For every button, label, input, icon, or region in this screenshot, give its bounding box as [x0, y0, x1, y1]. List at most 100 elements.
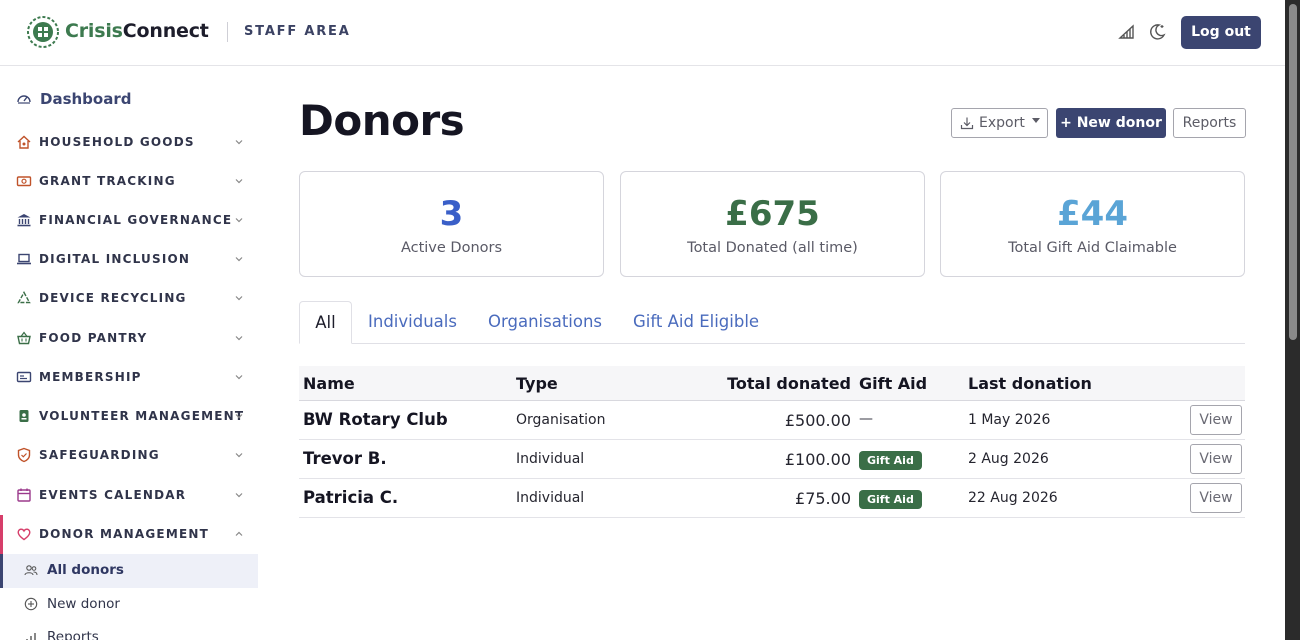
stat-value: 3	[439, 194, 464, 234]
donor-type: Organisation	[516, 412, 606, 428]
sidebar-dashboard[interactable]: Dashboard	[16, 89, 131, 109]
sidebar-item-label: DIGITAL INCLUSION	[39, 252, 191, 266]
table-row: Trevor B. Individual £100.00 Gift Aid 2 …	[299, 440, 1245, 479]
last-donation-date: 2 Aug 2026	[968, 451, 1049, 467]
caret-down-icon	[1031, 117, 1040, 123]
donor-name: Trevor B.	[303, 449, 387, 468]
heart-icon	[17, 528, 31, 541]
column-header-type[interactable]: Type	[516, 374, 558, 393]
subitem-label: Reports	[47, 629, 99, 640]
id-card-icon	[16, 371, 32, 383]
scrollbar-thumb[interactable]	[1289, 4, 1297, 340]
crisisconnect-logo-icon[interactable]	[26, 15, 60, 49]
tab-individuals[interactable]: Individuals	[368, 301, 457, 344]
stat-caption: Total Gift Aid Claimable	[1008, 240, 1177, 256]
area-label: STAFF AREA	[244, 24, 351, 39]
chevron-down-icon	[235, 257, 243, 262]
badge-icon	[19, 410, 29, 422]
stat-card-gift-aid: £44 Total Gift Aid Claimable	[940, 171, 1245, 277]
chevron-down-icon	[235, 296, 243, 301]
chevron-down-icon	[235, 179, 243, 184]
chevron-down-icon	[235, 140, 243, 145]
sidebar-item-grant-tracking[interactable]: GRANT TRACKING	[16, 171, 248, 191]
column-header-last-donation[interactable]: Last donation	[968, 374, 1092, 393]
chart-icon	[26, 633, 36, 640]
bank-icon	[17, 214, 31, 227]
signal-icon[interactable]	[1117, 22, 1137, 42]
calendar-icon	[17, 488, 31, 502]
column-header-gift-aid[interactable]: Gift Aid	[859, 374, 927, 393]
tab-organisations[interactable]: Organisations	[488, 301, 602, 344]
donor-name: BW Rotary Club	[303, 410, 448, 429]
stat-value: £44	[1057, 194, 1128, 234]
sidebar-item-label: VOLUNTEER MANAGEMENT	[39, 409, 245, 423]
last-donation-date: 1 May 2026	[968, 412, 1051, 428]
chevron-down-icon	[235, 493, 243, 498]
tab-all[interactable]: All	[299, 301, 352, 344]
sidebar-item-label: MEMBERSHIP	[39, 370, 142, 384]
sidebar-item-label: DONOR MANAGEMENT	[39, 527, 209, 541]
sidebar-subitem-reports[interactable]: Reports	[24, 627, 99, 640]
basket-icon	[17, 331, 31, 345]
sidebar-subitem-all-donors[interactable]: All donors	[24, 560, 124, 580]
theme-toggle-icon[interactable]	[1147, 22, 1167, 42]
table-row: Patricia C. Individual £75.00 Gift Aid 2…	[299, 479, 1245, 518]
donor-type: Individual	[516, 451, 585, 467]
column-header-name[interactable]: Name	[303, 374, 355, 393]
money-icon	[16, 176, 32, 187]
sidebar-item-label: FOOD PANTRY	[39, 331, 148, 345]
gift-aid-none: —	[859, 411, 873, 427]
donor-total: £500.00	[784, 411, 851, 430]
sidebar-item-household-goods[interactable]: HOUSEHOLD GOODS	[16, 132, 248, 152]
new-donor-button[interactable]: + New donor	[1056, 108, 1166, 138]
chevron-down-icon	[235, 336, 243, 341]
sidebar-item-label: DEVICE RECYCLING	[39, 291, 187, 305]
column-header-total[interactable]: Total donated	[727, 374, 851, 393]
view-button[interactable]: View	[1190, 405, 1242, 435]
sidebar-subitem-new-donor[interactable]: New donor	[24, 594, 120, 614]
sidebar-item-food-pantry[interactable]: FOOD PANTRY	[16, 328, 248, 348]
view-button[interactable]: View	[1190, 444, 1242, 474]
sidebar-item-financial-governance[interactable]: FINANCIAL GOVERNANCE	[16, 210, 248, 230]
app-root: CrisisConnect STAFF AREA Log out Dashboa…	[0, 0, 1300, 640]
donor-type: Individual	[516, 490, 585, 506]
chevron-up-icon	[235, 531, 243, 536]
table-row: BW Rotary Club Organisation £500.00 — 1 …	[299, 401, 1245, 440]
sidebar-item-safeguarding[interactable]: SAFEGUARDING	[16, 445, 248, 465]
gift-aid-badge: Gift Aid	[859, 490, 922, 509]
sidebar-item-events-calendar[interactable]: EVENTS CALENDAR	[16, 485, 248, 505]
stat-caption: Total Donated (all time)	[687, 240, 858, 256]
export-dropdown-button[interactable]: Export	[951, 108, 1048, 138]
donor-total: £75.00	[795, 489, 851, 508]
view-button[interactable]: View	[1190, 483, 1242, 513]
people-icon	[24, 565, 38, 576]
chevron-down-icon	[235, 218, 243, 223]
sidebar-item-donor-management[interactable]: DONOR MANAGEMENT	[16, 524, 248, 544]
sidebar-item-label: SAFEGUARDING	[39, 448, 160, 462]
sidebar-item-label: GRANT TRACKING	[39, 174, 176, 188]
logout-button[interactable]: Log out	[1181, 16, 1261, 49]
page-scrollbar[interactable]	[1285, 0, 1300, 640]
table-header: Name Type Total donated Gift Aid Last do…	[299, 366, 1245, 401]
reports-button[interactable]: Reports	[1173, 108, 1246, 138]
sidebar-item-membership[interactable]: MEMBERSHIP	[16, 367, 248, 387]
brand-part1: Crisis	[65, 20, 123, 42]
plus-circle-icon	[24, 597, 38, 611]
sidebar-item-device-recycling[interactable]: DEVICE RECYCLING	[16, 288, 248, 308]
sidebar-item-label: FINANCIAL GOVERNANCE	[39, 213, 233, 227]
stat-card-active-donors: 3 Active Donors	[299, 171, 604, 277]
sidebar-item-digital-inclusion[interactable]: DIGITAL INCLUSION	[16, 249, 248, 269]
page-title: Donors	[299, 96, 465, 145]
brand-name[interactable]: CrisisConnect	[65, 20, 209, 42]
subitem-label: New donor	[47, 596, 120, 612]
chevron-down-icon	[235, 375, 243, 380]
last-donation-date: 22 Aug 2026	[968, 490, 1058, 506]
sidebar: Dashboard HOUSEHOLD GOODS GRANT TRACKING…	[0, 67, 260, 640]
subitem-label: All donors	[47, 562, 124, 578]
stat-caption: Active Donors	[400, 240, 503, 256]
brand-part2: Connect	[122, 20, 209, 42]
tab-gift-aid-eligible[interactable]: Gift Aid Eligible	[633, 301, 759, 344]
dashboard-label: Dashboard	[40, 90, 132, 108]
stat-value: £675	[725, 194, 820, 234]
sidebar-item-volunteer-management[interactable]: VOLUNTEER MANAGEMENT	[16, 406, 248, 426]
